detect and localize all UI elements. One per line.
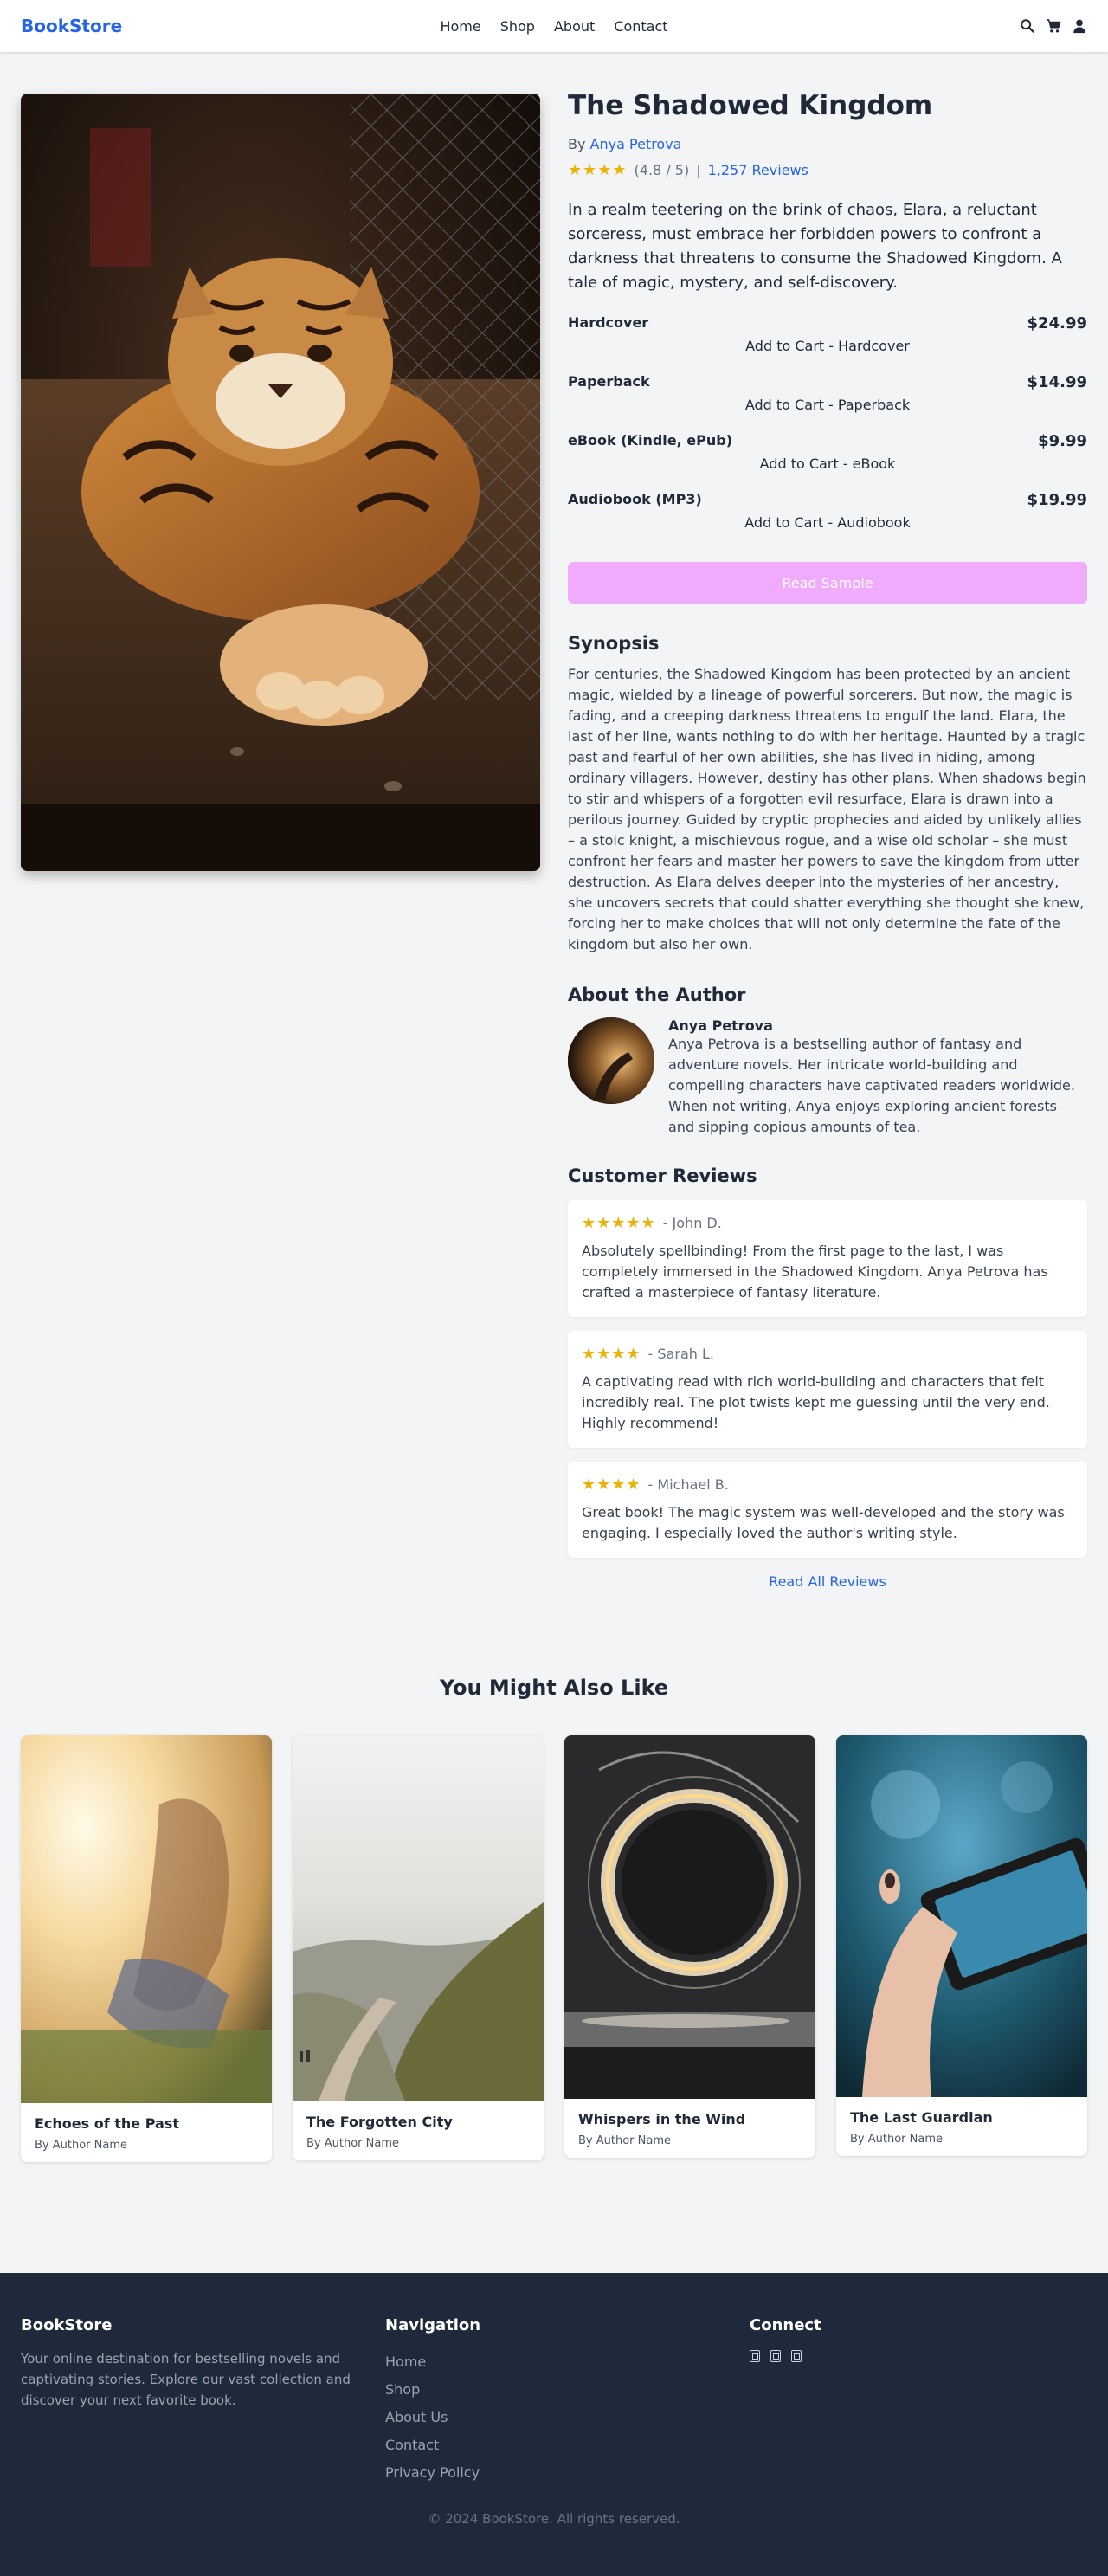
format-ebook: eBook (Kindle, ePub) $9.99 Add to Cart - … <box>568 432 1087 491</box>
about-author-section: About the Author Anya Petrova Anya Petro… <box>568 985 1087 1138</box>
copyright-text: © 2024 BookStore. All rights reserved. <box>428 2511 680 2527</box>
book-cover-image <box>21 94 540 871</box>
author-name: Anya Petrova <box>668 1017 773 1035</box>
about-author-heading: About the Author <box>568 985 746 1006</box>
star-rating: ★★★★ <box>568 161 628 180</box>
recommendations-grid: Echoes of the Past By Author Name The Fo… <box>21 1735 1087 2162</box>
reviews-section: Customer Reviews ★★★★★ - John D. Absolute… <box>568 1165 1087 1590</box>
footer-brand: BookStore <box>21 2316 113 2334</box>
synopsis-heading: Synopsis <box>568 633 660 655</box>
format-price: $24.99 <box>1027 314 1087 333</box>
social-icon[interactable] <box>770 2350 781 2362</box>
format-name: Audiobook (MP3) <box>568 491 702 508</box>
review-author: - Michael B. <box>647 1476 729 1494</box>
book-card-title: The Forgotten City <box>306 2114 453 2130</box>
format-name: Hardcover <box>568 314 649 332</box>
main-nav: Home Shop About Contact <box>0 0 1108 52</box>
format-paperback: Paperback $14.99 Add to Cart - Paperback <box>568 373 1087 432</box>
book-card[interactable]: Echoes of the Past By Author Name <box>21 1735 272 2162</box>
synopsis-text: For centuries, the Shadowed Kingdom has … <box>568 666 1086 953</box>
site-footer: BookStore Your online destination for be… <box>0 2273 1108 2576</box>
byline: By Anya Petrova <box>568 136 1087 152</box>
recommendations-heading: You Might Also Like <box>439 1675 669 1700</box>
book-card[interactable]: The Forgotten City By Author Name <box>293 1735 544 2160</box>
book-description: In a realm teetering on the brink of cha… <box>568 201 1062 293</box>
rating-row: ★★★★ (4.8 / 5) | 1,257 Reviews <box>568 161 1087 179</box>
book-title: The Shadowed Kingdom <box>568 90 933 121</box>
footer-nav-heading: Navigation <box>385 2316 481 2334</box>
review-author: - Sarah L. <box>647 1346 714 1363</box>
read-sample-button[interactable]: Read Sample <box>568 562 1087 604</box>
author-bio: Anya Petrova is a bestselling author of … <box>668 1036 1075 1136</box>
format-price: $14.99 <box>1027 373 1087 392</box>
synopsis-section: Synopsis For centuries, the Shadowed Kin… <box>568 633 1087 955</box>
nav-contact[interactable]: Contact <box>614 18 667 35</box>
format-name: Paperback <box>568 373 650 391</box>
review-card: ★★★★ - Michael B. Great book! The magic s… <box>568 1462 1087 1559</box>
book-card-image <box>836 1735 1087 2097</box>
review-card: ★★★★★ - John D. Absolutely spellbinding! … <box>568 1200 1087 1318</box>
site-header: BookStore Home Shop About Contact <box>0 0 1108 52</box>
add-to-cart-paperback-button[interactable]: Add to Cart - Paperback <box>568 397 1087 413</box>
review-author: - John D. <box>662 1215 722 1232</box>
footer-link-home[interactable]: Home <box>385 2353 426 2370</box>
book-detail: The Shadowed Kingdom By Anya Petrova ★★★… <box>568 90 1087 1590</box>
footer-link-contact[interactable]: Contact <box>385 2437 439 2453</box>
format-hardcover: Hardcover $24.99 Add to Cart - Hardcover <box>568 314 1087 373</box>
add-to-cart-ebook-button[interactable]: Add to Cart - eBook <box>568 455 1087 472</box>
nav-home[interactable]: Home <box>440 18 480 35</box>
review-card: ★★★★ - Sarah L. A captivating read with r… <box>568 1331 1087 1449</box>
book-card[interactable]: The Last Guardian By Author Name <box>836 1735 1087 2156</box>
rating-value: (4.8 / 5) <box>634 162 690 179</box>
header-actions <box>1020 18 1087 34</box>
review-text: Great book! The magic system was well-de… <box>582 1504 1065 1542</box>
author-link[interactable]: Anya Petrova <box>590 136 682 152</box>
reviews-heading: Customer Reviews <box>568 1165 757 1187</box>
book-card-author: By Author Name <box>578 2134 671 2147</box>
brand-logo[interactable]: BookStore <box>21 16 122 36</box>
social-icon[interactable] <box>791 2350 802 2362</box>
footer-connect: Connect <box>750 2316 821 2362</box>
nav-shop[interactable]: Shop <box>500 18 535 35</box>
footer-about-text: Your online destination for bestselling … <box>21 2351 351 2408</box>
book-card-author: By Author Name <box>306 2137 399 2150</box>
by-label: By <box>568 136 586 153</box>
cart-icon[interactable] <box>1046 18 1061 34</box>
rating-separator: | <box>696 162 701 179</box>
read-all-reviews-link[interactable]: Read All Reviews <box>568 1573 1087 1590</box>
book-card[interactable]: Whispers in the Wind By Author Name <box>564 1735 815 2158</box>
footer-connect-heading: Connect <box>750 2316 821 2334</box>
user-icon[interactable] <box>1072 18 1087 34</box>
footer-about: BookStore Your online destination for be… <box>21 2316 367 2411</box>
book-card-title: Echoes of the Past <box>35 2115 179 2132</box>
review-text: A captivating read with rich world-build… <box>582 1373 1050 1432</box>
format-price: $19.99 <box>1027 491 1087 510</box>
footer-link-privacy[interactable]: Privacy Policy <box>385 2464 480 2481</box>
review-text: Absolutely spellbinding! From the first … <box>582 1243 1048 1301</box>
format-price: $9.99 <box>1038 432 1087 451</box>
format-audiobook: Audiobook (MP3) $19.99 Add to Cart - Audi… <box>568 491 1087 550</box>
book-card-image <box>21 1735 272 2103</box>
add-to-cart-audiobook-button[interactable]: Add to Cart - Audiobook <box>568 514 1087 531</box>
search-icon[interactable] <box>1020 18 1035 34</box>
format-name: eBook (Kindle, ePub) <box>568 432 732 449</box>
book-card-title: The Last Guardian <box>850 2109 993 2126</box>
footer-link-shop[interactable]: Shop <box>385 2381 420 2398</box>
book-card-author: By Author Name <box>850 2133 943 2146</box>
book-card-image <box>293 1735 544 2101</box>
footer-link-about[interactable]: About Us <box>385 2409 448 2425</box>
format-list: Hardcover $24.99 Add to Cart - Hardcover … <box>568 314 1087 550</box>
review-stars: ★★★★★ <box>582 1214 656 1233</box>
author-avatar <box>568 1017 654 1105</box>
review-stars: ★★★★ <box>582 1475 641 1495</box>
book-card-author: By Author Name <box>35 2139 127 2152</box>
nav-about[interactable]: About <box>554 18 595 35</box>
reviews-count-link[interactable]: 1,257 Reviews <box>708 162 808 178</box>
book-card-image <box>564 1735 815 2099</box>
add-to-cart-hardcover-button[interactable]: Add to Cart - Hardcover <box>568 338 1087 354</box>
review-stars: ★★★★ <box>582 1345 641 1364</box>
social-icon[interactable] <box>750 2350 760 2362</box>
book-card-title: Whispers in the Wind <box>578 2111 746 2127</box>
footer-navigation: Navigation Home Shop About Us Contact Pr… <box>385 2316 480 2487</box>
